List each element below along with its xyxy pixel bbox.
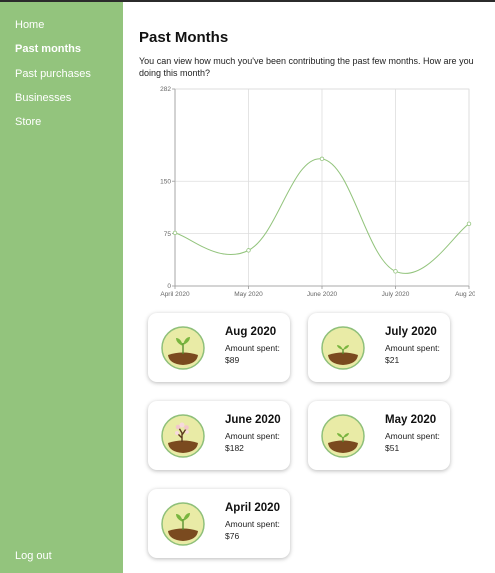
card-amount-label: Amount spent:: [385, 343, 440, 353]
chart-y-tick-label: 75: [164, 231, 172, 238]
chart-x-tick-label: June 2020: [307, 291, 338, 298]
sidebar: Home Past months Past purchases Business…: [0, 2, 123, 573]
card-month: July 2020: [385, 326, 437, 338]
chart-x-tick-label: Aug 2020: [455, 291, 475, 298]
sprout-icon: [161, 326, 205, 370]
chart-x-tick-label: May 2020: [234, 291, 263, 298]
chart-data-point: [246, 248, 251, 253]
month-card-april[interactable]: April 2020 Amount spent: $76: [148, 489, 290, 558]
nav-past-months[interactable]: Past months: [15, 43, 81, 55]
nav-businesses[interactable]: Businesses: [15, 92, 71, 104]
nav-logout[interactable]: Log out: [15, 550, 52, 562]
page-description: You can view how much you've been contri…: [139, 56, 474, 78]
month-card-may[interactable]: May 2020 Amount spent: $51: [308, 401, 450, 470]
chart-x-tick-label: April 2020: [160, 291, 190, 298]
card-month: Aug 2020: [225, 326, 277, 338]
chart-y-tick-label: 282: [160, 86, 171, 93]
chart-data-point: [466, 221, 472, 227]
card-amount-label: Amount spent:: [225, 343, 280, 353]
card-month: April 2020: [225, 502, 280, 514]
blossom-tree-icon: [161, 414, 205, 458]
main-content: Past Months You can view how much you've…: [123, 2, 495, 573]
nav-store[interactable]: Store: [15, 116, 41, 128]
card-amount-value: $89: [225, 355, 240, 365]
card-month: June 2020: [225, 414, 281, 426]
sprout-icon: [161, 502, 205, 546]
card-amount-value: $76: [225, 531, 240, 541]
chart-data-point: [393, 269, 398, 274]
spending-line-chart: 0 75 150 282 April 2020 May 2020 June 2020 July…: [160, 86, 475, 298]
card-amount-label: Amount spent:: [225, 431, 280, 441]
card-amount-value: $21: [385, 355, 400, 365]
chart-x-tick-label: July 2020: [382, 291, 410, 298]
month-card-aug[interactable]: Aug 2020 Amount spent: $89: [148, 313, 290, 382]
chart-data-point: [319, 156, 325, 162]
card-amount-value: $51: [385, 443, 400, 453]
card-amount-value: $182: [225, 443, 244, 453]
month-card-july[interactable]: July 2020 Amount spent: $21: [308, 313, 450, 382]
seedling-icon: [321, 326, 365, 370]
seedling-icon: [321, 414, 365, 458]
nav-past-purchases[interactable]: Past purchases: [15, 68, 91, 80]
card-amount-label: Amount spent:: [385, 431, 440, 441]
chart-y-tick-label: 0: [167, 283, 171, 290]
month-card-june[interactable]: June 2020 Amount spent: $182: [148, 401, 290, 470]
page-title: Past Months: [139, 29, 229, 46]
chart-y-tick-label: 150: [160, 178, 171, 185]
card-amount-label: Amount spent:: [225, 519, 280, 529]
nav-home[interactable]: Home: [15, 19, 44, 31]
card-month: May 2020: [385, 414, 437, 426]
chart-data-point: [172, 230, 178, 236]
